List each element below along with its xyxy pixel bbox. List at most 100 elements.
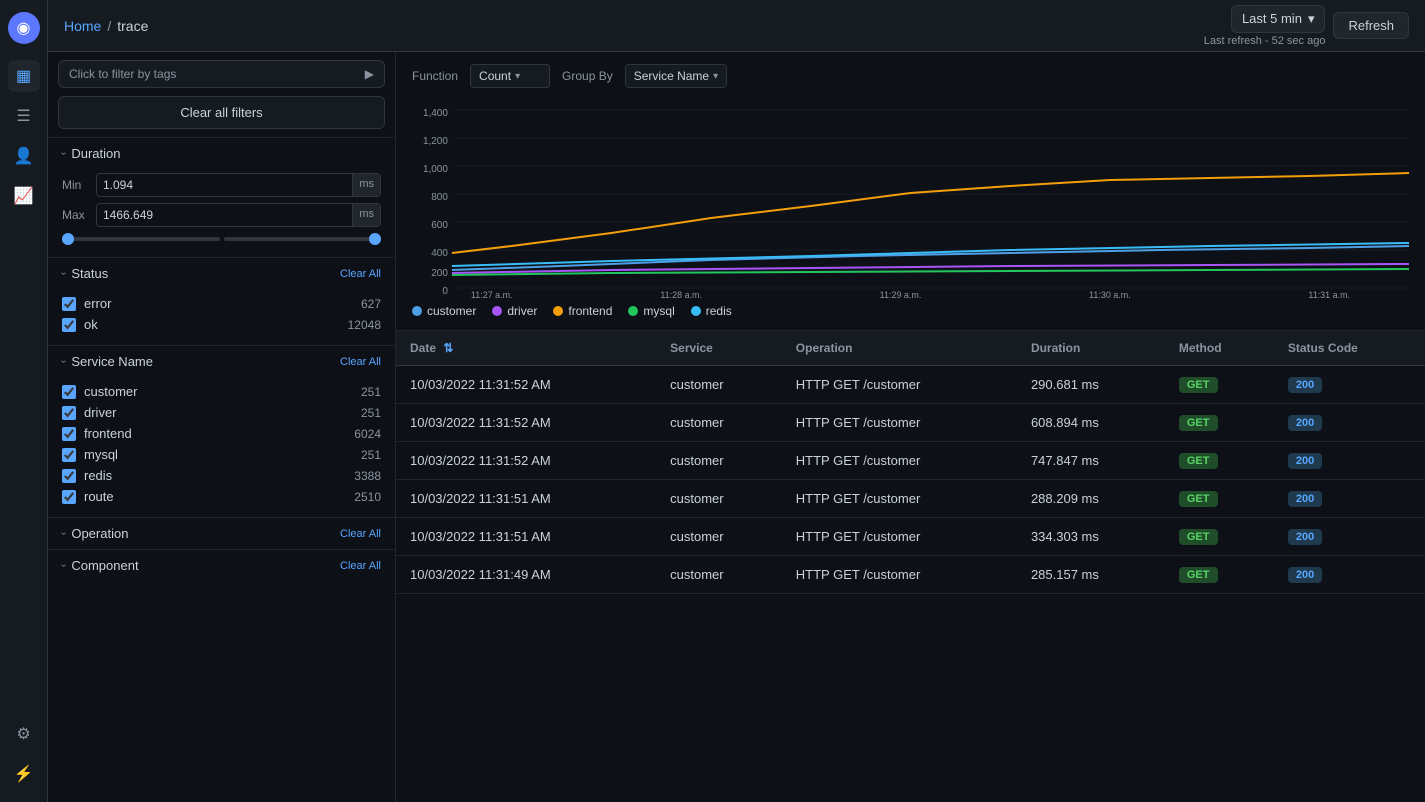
cell-status-code: 200 [1274, 366, 1425, 404]
tag-filter-arrow: ▶ [365, 67, 374, 81]
status-chevron-icon: › [58, 272, 69, 275]
duration-range-slider-min[interactable] [62, 237, 220, 241]
service-route-item[interactable]: route 2510 [62, 486, 381, 507]
duration-min-label: Min [62, 178, 90, 192]
cell-date: 10/03/2022 11:31:52 AM [396, 442, 656, 480]
status-section-content: error 627 ok 12048 [48, 289, 395, 345]
service-frontend-checkbox[interactable] [62, 427, 76, 441]
table-row[interactable]: 10/03/2022 11:31:51 AM customer HTTP GET… [396, 480, 1425, 518]
clear-all-filters-button[interactable]: Clear all filters [58, 96, 385, 129]
refresh-button[interactable]: Refresh [1333, 12, 1409, 39]
time-selector[interactable]: Last 5 min ▾ [1231, 5, 1326, 33]
function-select[interactable]: Count ▾ [470, 64, 550, 88]
cell-service: customer [656, 480, 782, 518]
tag-filter-bar[interactable]: Click to filter by tags ▶ [58, 60, 385, 88]
service-mysql-count: 251 [361, 448, 381, 462]
service-name-section-content: customer 251 driver 251 frontend 6024 [48, 377, 395, 517]
svg-text:1,400: 1,400 [423, 108, 448, 119]
service-route-checkbox[interactable] [62, 490, 76, 504]
service-customer-item[interactable]: customer 251 [62, 381, 381, 402]
component-section-header[interactable]: › Component Clear All [48, 550, 395, 581]
cell-duration: 288.209 ms [1017, 480, 1165, 518]
col-date[interactable]: Date ⇅ [396, 331, 656, 366]
service-mysql-checkbox[interactable] [62, 448, 76, 462]
service-frontend-item[interactable]: frontend 6024 [62, 423, 381, 444]
status-clear-link[interactable]: Clear All [340, 268, 381, 280]
breadcrumb: Home / trace [64, 18, 148, 34]
method-badge: GET [1179, 491, 1218, 507]
cell-status-code: 200 [1274, 518, 1425, 556]
service-driver-item[interactable]: driver 251 [62, 402, 381, 423]
operation-section-header[interactable]: › Operation Clear All [48, 518, 395, 549]
status-ok-item[interactable]: ok 12048 [62, 314, 381, 335]
breadcrumb-separator: / [107, 18, 111, 34]
service-customer-label: customer [84, 384, 353, 399]
table-row[interactable]: 10/03/2022 11:31:52 AM customer HTTP GET… [396, 404, 1425, 442]
service-redis-item[interactable]: redis 3388 [62, 465, 381, 486]
date-sort-icon: ⇅ [443, 341, 453, 355]
nav-list-icon[interactable]: ☰ [8, 100, 40, 132]
cell-method: GET [1165, 556, 1274, 594]
legend-driver: driver [492, 304, 537, 318]
svg-text:800: 800 [431, 192, 448, 203]
status-error-item[interactable]: error 627 [62, 293, 381, 314]
col-service: Service [656, 331, 782, 366]
status-badge: 200 [1288, 529, 1322, 545]
table-row[interactable]: 10/03/2022 11:31:51 AM customer HTTP GET… [396, 518, 1425, 556]
cell-duration: 285.157 ms [1017, 556, 1165, 594]
duration-max-input[interactable] [97, 204, 352, 226]
chart-area: Function Count ▾ Group By Service Name ▾ [396, 52, 1425, 331]
component-clear-link[interactable]: Clear All [340, 560, 381, 572]
trace-table: Date ⇅ Service Operation Duration Method… [396, 331, 1425, 802]
duration-chevron-icon: › [58, 152, 69, 155]
icon-sidebar: ◉ ▦ ☰ 👤 📈 ⚙ ⚡ [0, 0, 48, 802]
service-redis-checkbox[interactable] [62, 469, 76, 483]
service-mysql-item[interactable]: mysql 251 [62, 444, 381, 465]
duration-min-input[interactable] [97, 174, 352, 196]
legend-frontend-dot [553, 306, 563, 316]
status-error-checkbox[interactable] [62, 297, 76, 311]
cell-operation: HTTP GET /customer [782, 442, 1017, 480]
duration-section-header[interactable]: › Duration [48, 138, 395, 169]
main-layout: Home / trace Last 5 min ▾ Last refresh -… [48, 0, 1425, 802]
status-badge: 200 [1288, 491, 1322, 507]
service-redis-label: redis [84, 468, 346, 483]
last-refresh-text: Last refresh - 52 sec ago [1204, 35, 1326, 47]
service-name-clear-link[interactable]: Clear All [340, 356, 381, 368]
duration-min-unit: ms [352, 174, 380, 196]
top-right-controls: Last 5 min ▾ Last refresh - 52 sec ago R… [1204, 5, 1409, 47]
cell-operation: HTTP GET /customer [782, 480, 1017, 518]
legend-driver-label: driver [507, 304, 537, 318]
service-customer-checkbox[interactable] [62, 385, 76, 399]
service-frontend-count: 6024 [354, 427, 381, 441]
service-driver-checkbox[interactable] [62, 406, 76, 420]
service-redis-count: 3388 [354, 469, 381, 483]
method-badge: GET [1179, 377, 1218, 393]
status-ok-checkbox[interactable] [62, 318, 76, 332]
breadcrumb-current: trace [117, 18, 148, 34]
status-section: › Status Clear All error 627 ok 12048 [48, 257, 395, 345]
operation-clear-link[interactable]: Clear All [340, 528, 381, 540]
service-name-chevron-icon: › [58, 360, 69, 363]
nav-gear-icon[interactable]: ⚙ [8, 718, 40, 750]
nav-plugin-icon[interactable]: ⚡ [8, 758, 40, 790]
service-name-section-header[interactable]: › Service Name Clear All [48, 346, 395, 377]
filter-sidebar: Click to filter by tags ▶ Clear all filt… [48, 52, 396, 802]
cell-status-code: 200 [1274, 404, 1425, 442]
duration-max-row: Max ms [62, 203, 381, 227]
operation-section: › Operation Clear All [48, 517, 395, 549]
duration-range-slider-max[interactable] [224, 237, 382, 241]
table-row[interactable]: 10/03/2022 11:31:52 AM customer HTTP GET… [396, 442, 1425, 480]
cell-status-code: 200 [1274, 442, 1425, 480]
nav-trend-icon[interactable]: 📈 [8, 180, 40, 212]
nav-user-icon[interactable]: 👤 [8, 140, 40, 172]
service-name-section-title: Service Name [71, 354, 153, 369]
nav-bar-chart-icon[interactable]: ▦ [8, 60, 40, 92]
method-badge: GET [1179, 529, 1218, 545]
cell-operation: HTTP GET /customer [782, 366, 1017, 404]
status-section-header[interactable]: › Status Clear All [48, 258, 395, 289]
home-link[interactable]: Home [64, 18, 101, 34]
table-row[interactable]: 10/03/2022 11:31:52 AM customer HTTP GET… [396, 366, 1425, 404]
table-row[interactable]: 10/03/2022 11:31:49 AM customer HTTP GET… [396, 556, 1425, 594]
groupby-select[interactable]: Service Name ▾ [625, 64, 727, 88]
